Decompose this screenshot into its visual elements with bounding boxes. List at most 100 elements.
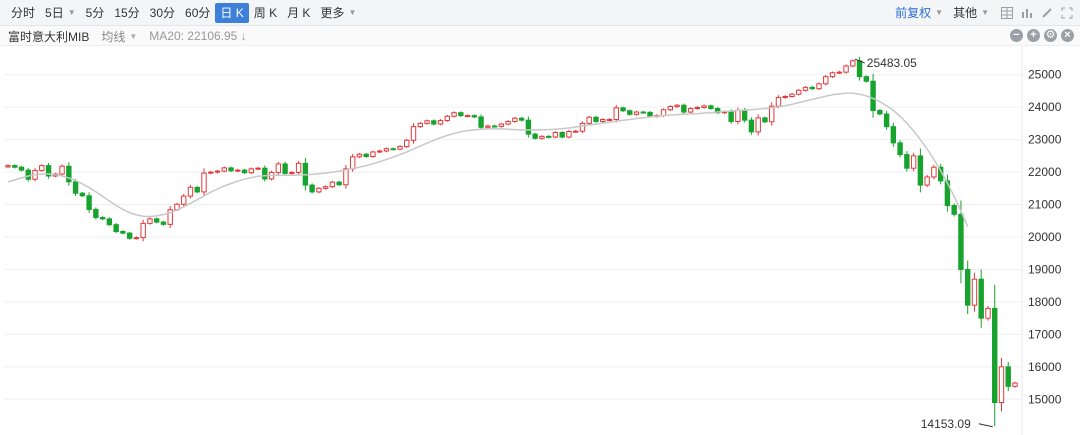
candle-body-up (255, 167, 261, 170)
candle-body-down (741, 109, 748, 121)
candle-body-down (559, 131, 565, 138)
candle-body-up (829, 72, 836, 78)
pen-icon[interactable] (1040, 6, 1054, 20)
candle-body-up (512, 117, 518, 122)
period-tab-6[interactable]: 日 K (215, 3, 249, 23)
candle-body-down (491, 125, 498, 128)
fullscreen-icon[interactable] (1060, 6, 1074, 20)
candle-body-up (377, 150, 383, 153)
candle-body-down (93, 208, 99, 219)
chevron-down-icon: ▼ (67, 8, 76, 17)
candle-body-up (924, 176, 930, 186)
candle-body-down (79, 192, 86, 197)
candle-body-up (735, 109, 741, 122)
chart-type-dropdown[interactable]: 均线 ▼ (101, 28, 137, 45)
candle-body-down (228, 167, 234, 172)
period-tab-8[interactable]: 月 K (282, 3, 315, 23)
candle-body-up (633, 111, 640, 115)
candle-body-down (958, 213, 964, 270)
candle-body-up (539, 135, 545, 139)
period-tab-label: 周 K (253, 6, 278, 20)
candle-body-up (370, 151, 376, 158)
candle-body-up (187, 186, 194, 197)
candle-body-up (755, 117, 761, 133)
candle-body-up (289, 171, 295, 174)
candle-body-down (99, 217, 106, 220)
close-icon[interactable]: × (1061, 29, 1074, 42)
other-dropdown[interactable]: 其他 ▼ (948, 3, 994, 23)
period-tab-0[interactable]: 分时 (6, 3, 40, 23)
y-tick-label: 25000 (1028, 68, 1062, 82)
candle-body-down (870, 80, 876, 111)
candle-body-down (762, 117, 768, 123)
candle-body-up (383, 148, 390, 152)
period-toolbar: 分时 5日 ▼ 5分 15分 30分 60分日 K周 K月 K 更多 ▼ 前复权 ▼ 其他 ▼ (0, 0, 1080, 26)
y-tick-label: 24000 (1028, 100, 1062, 114)
candle-body-up (579, 122, 586, 132)
period-tab-3[interactable]: 15分 (109, 3, 144, 23)
candle-body-up (1012, 382, 1018, 387)
period-tab-1[interactable]: 5日 ▼ (40, 3, 81, 23)
candle-body-down (66, 165, 72, 183)
candle-body-down (809, 86, 815, 90)
period-tab-7[interactable]: 周 K (249, 3, 282, 23)
bars-icon[interactable] (1020, 6, 1034, 20)
candle-body-up (566, 131, 572, 138)
candle-body-up (356, 153, 363, 158)
grid-icon[interactable] (1000, 6, 1014, 20)
ma20-readout: MA20: 22106.95 ↓ (149, 29, 247, 43)
candle-body-up (613, 107, 619, 121)
candle-body-up (910, 155, 917, 169)
ma20-line (7, 92, 969, 227)
candle-body-down (1005, 366, 1011, 387)
candle-body-up (606, 119, 613, 122)
candle-body-up (573, 130, 579, 133)
candle-body-down (863, 76, 870, 82)
candle-body-up (674, 104, 680, 108)
plus-icon[interactable]: + (1027, 29, 1040, 42)
candle-body-down (106, 218, 113, 226)
candle-body-down (86, 195, 92, 210)
minus-icon[interactable]: − (1010, 29, 1023, 42)
candle-body-down (120, 230, 126, 234)
period-tab-label: 60分 (185, 6, 211, 20)
candle-body-down (113, 224, 119, 232)
candle-body-down (262, 167, 268, 180)
candle-body-down (978, 278, 984, 319)
candle-body-down (627, 110, 633, 115)
period-tab-label: 15分 (114, 6, 140, 20)
candle-body-down (897, 142, 903, 156)
period-tab-4[interactable]: 30分 (145, 3, 180, 23)
period-tab-label: 5日 (45, 6, 64, 20)
period-tabs: 分时 5日 ▼ 5分 15分 30分 60分日 K周 K月 K 更多 ▼ (6, 3, 361, 23)
y-tick-label: 18000 (1028, 295, 1062, 309)
settings-icon[interactable]: ⚙ (1044, 29, 1057, 42)
candle-body-down (336, 181, 342, 186)
candle-body-up (140, 222, 146, 239)
candle-body-down (241, 169, 248, 174)
candle-body-down (282, 163, 288, 174)
candle-body-down (883, 113, 890, 128)
candle-body-up (843, 65, 849, 73)
candle-body-up (971, 278, 978, 306)
candle-body-up (485, 125, 491, 128)
candle-body-up (816, 83, 822, 90)
candle-body-down (593, 116, 599, 122)
candle-body-down (194, 186, 200, 193)
candle-body-up (39, 165, 45, 171)
candle-body-up (424, 120, 430, 124)
candle-body-up (404, 139, 410, 147)
candlestick-chart[interactable]: 15000 16000 17000 18000 19000 20000 21000 22000… (0, 46, 1080, 435)
candle-body-up (181, 195, 187, 205)
candle-body-up (208, 171, 214, 174)
other-label: 其他 (953, 6, 978, 20)
period-tab-2[interactable]: 5分 (81, 3, 110, 23)
period-tab-9[interactable]: 更多 ▼ (315, 3, 361, 23)
adjust-dropdown[interactable]: 前复权 ▼ (890, 3, 948, 23)
y-tick-label: 16000 (1028, 360, 1062, 374)
y-tick-label: 21000 (1028, 198, 1062, 212)
candle-body-down (72, 181, 79, 194)
candle-body-down (160, 221, 167, 225)
max-label: 25483.05 (867, 56, 917, 70)
period-tab-5[interactable]: 60分 (180, 3, 215, 23)
